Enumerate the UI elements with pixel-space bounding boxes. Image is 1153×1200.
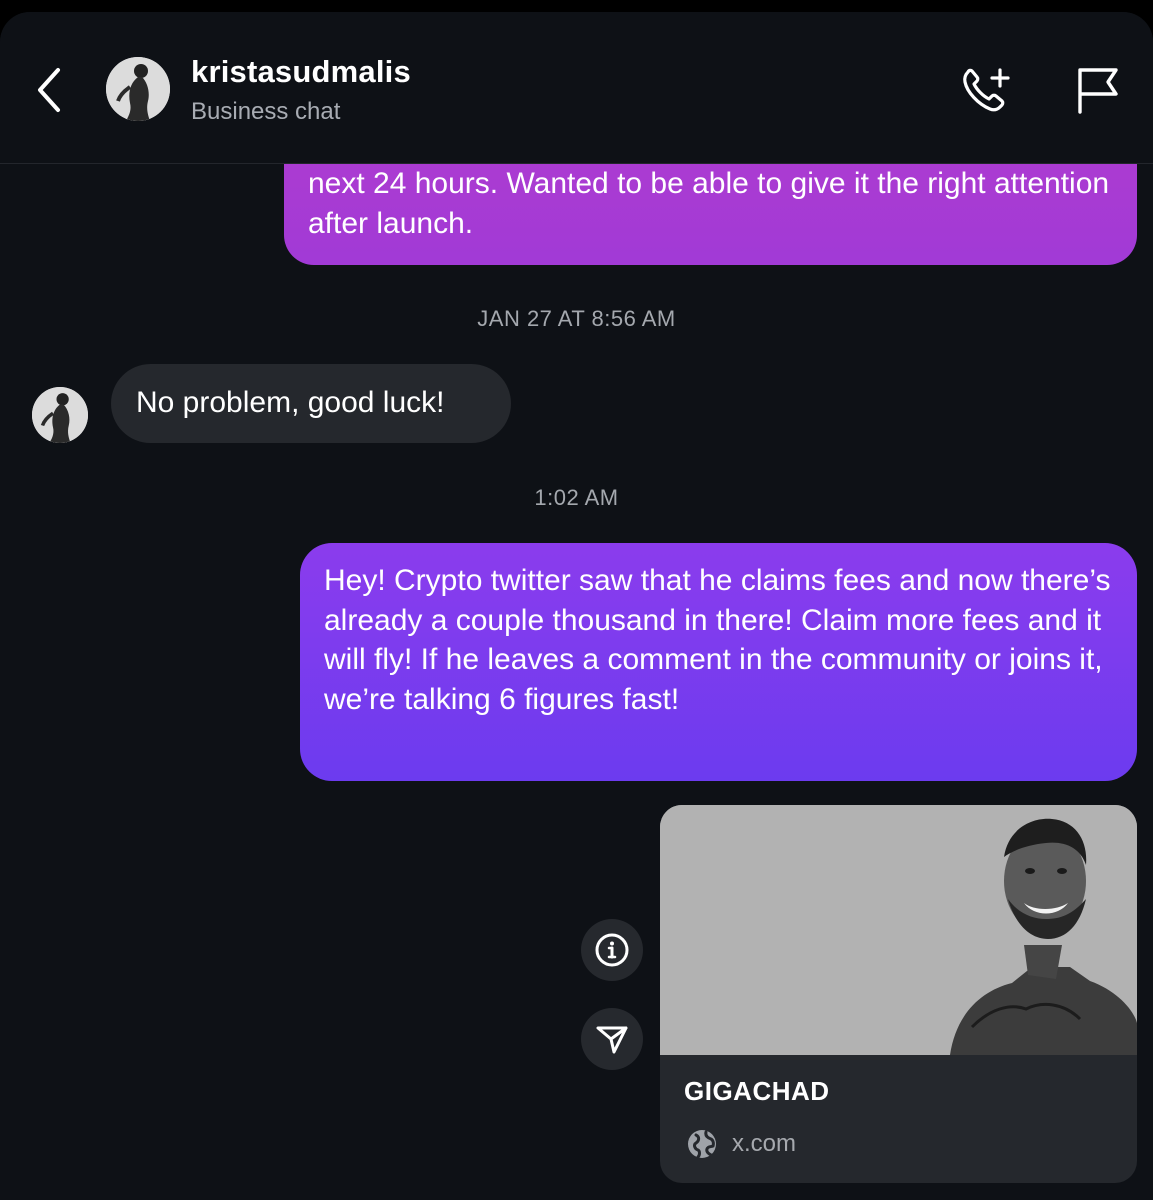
call-button[interactable] <box>958 64 1016 116</box>
chat-screen: kristasudmalis Business chat next 24 hou… <box>0 12 1153 1200</box>
incoming-message[interactable]: No problem, good luck! <box>111 364 511 443</box>
contact-name[interactable]: kristasudmalis <box>191 54 411 90</box>
chevron-left-icon <box>38 68 60 112</box>
message-timestamp: JAN 27 AT 8:56 AM <box>477 306 676 331</box>
globe-icon <box>688 1130 716 1159</box>
report-button[interactable] <box>1072 64 1124 116</box>
back-button[interactable] <box>28 60 74 120</box>
avatar[interactable] <box>106 57 170 121</box>
link-preview-image <box>660 805 1137 1055</box>
info-icon <box>595 933 629 967</box>
phone-add-icon <box>963 68 1010 112</box>
link-domain: x.com <box>732 1130 797 1157</box>
share-button[interactable] <box>581 1008 643 1070</box>
link-title: GIGACHAD <box>684 1076 830 1106</box>
chat-header: kristasudmalis Business chat <box>0 12 1153 164</box>
outgoing-message[interactable]: Hey! Crypto twitter saw that he claims f… <box>300 543 1137 781</box>
sender-avatar[interactable] <box>32 387 88 443</box>
flag-icon <box>1078 68 1118 114</box>
send-icon <box>596 1026 628 1054</box>
message-timestamp: 1:02 AM <box>534 485 619 510</box>
link-preview-card[interactable]: GIGACHAD x.com <box>660 805 1137 1183</box>
info-button[interactable] <box>581 919 643 981</box>
chat-type-label: Business chat <box>191 98 341 125</box>
